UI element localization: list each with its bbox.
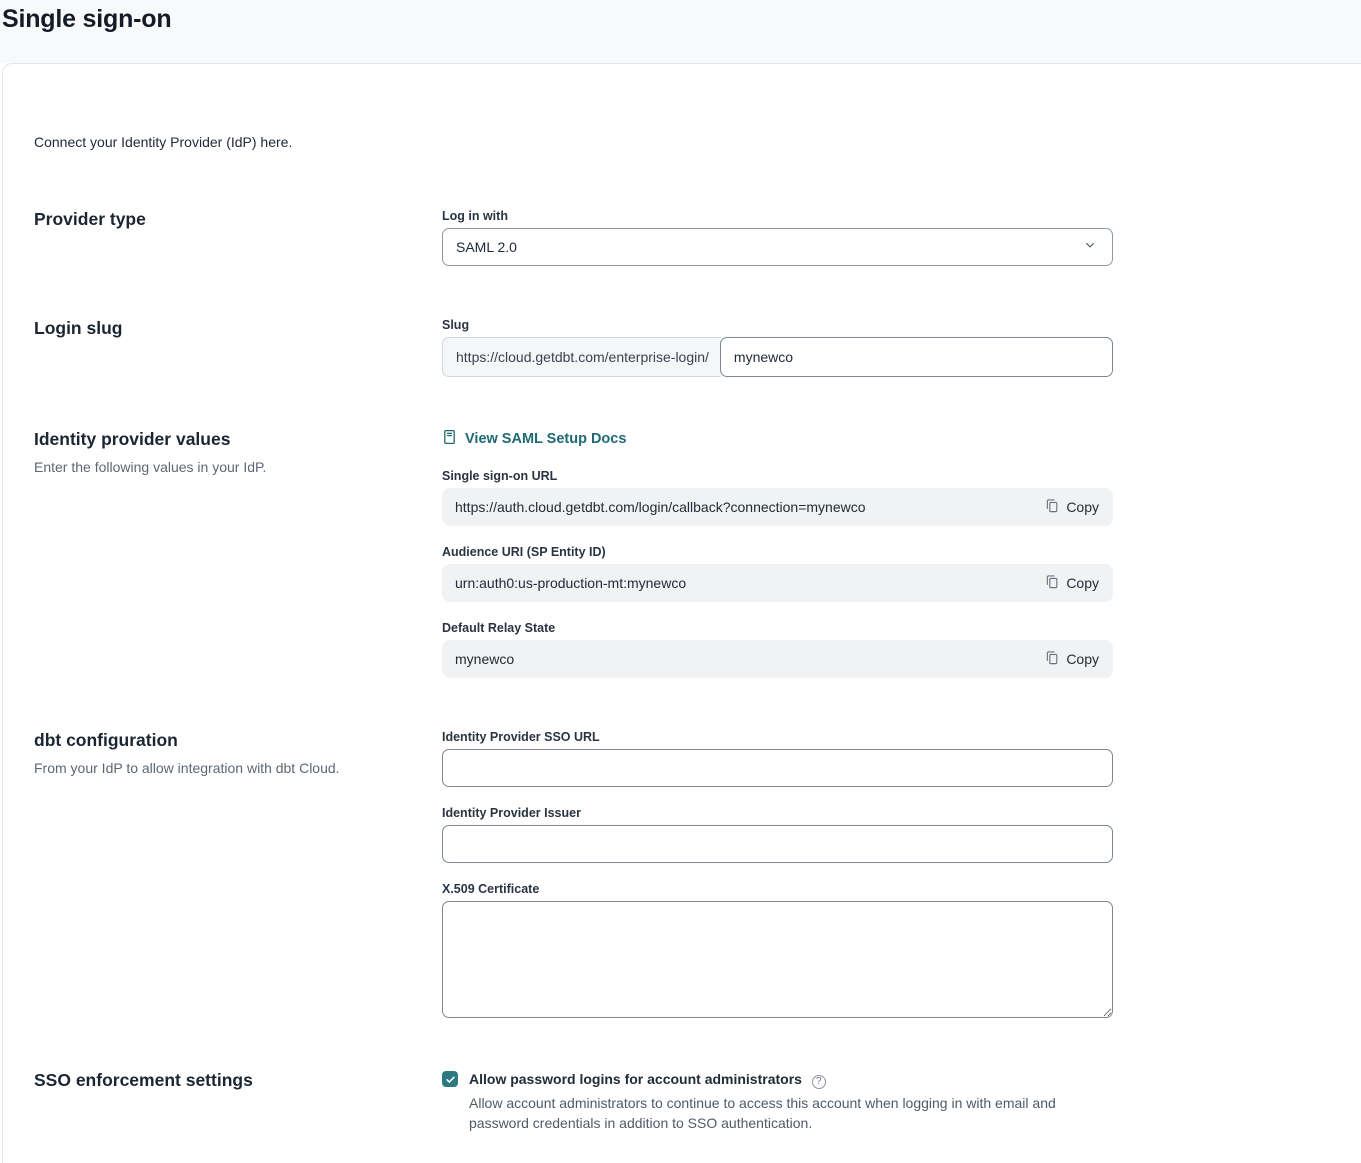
sso-enforcement-heading: SSO enforcement settings xyxy=(34,1070,442,1091)
relay-state-value: mynewco xyxy=(455,651,514,667)
relay-state-value-box: mynewco Copy xyxy=(442,640,1113,678)
copy-icon xyxy=(1045,498,1059,516)
dbt-config-heading: dbt configuration xyxy=(34,730,442,751)
login-with-select[interactable]: SAML 2.0 xyxy=(442,228,1113,266)
relay-state-label: Default Relay State xyxy=(442,621,1113,636)
page-header: Single sign-on xyxy=(0,0,1361,63)
section-sso-enforcement: SSO enforcement settings Allow password … xyxy=(34,1070,1361,1133)
slug-label: Slug xyxy=(442,318,1113,333)
section-dbt-configuration: dbt configuration From your IdP to allow… xyxy=(34,730,1361,1018)
provider-type-heading: Provider type xyxy=(34,209,442,230)
slug-url-prefix: https://cloud.getdbt.com/enterprise-logi… xyxy=(442,337,721,377)
intro-text: Connect your Identity Provider (IdP) her… xyxy=(34,134,1361,150)
idp-issuer-label: Identity Provider Issuer xyxy=(442,806,1113,821)
document-icon xyxy=(442,429,457,449)
audience-uri-value-box: urn:auth0:us-production-mt:mynewco Copy xyxy=(442,564,1113,602)
view-saml-docs-label: View SAML Setup Docs xyxy=(465,431,626,447)
x509-certificate-textarea[interactable] xyxy=(442,901,1113,1018)
help-icon[interactable]: ? xyxy=(812,1075,826,1089)
idp-values-heading: Identity provider values xyxy=(34,429,442,450)
section-provider-type: Provider type Log in with SAML 2.0 xyxy=(34,209,1361,266)
login-slug-heading: Login slug xyxy=(34,318,442,339)
slug-group: https://cloud.getdbt.com/enterprise-logi… xyxy=(442,337,1113,377)
audience-uri-value: urn:auth0:us-production-mt:mynewco xyxy=(455,575,686,591)
copy-relay-state-button[interactable]: Copy xyxy=(1045,650,1099,668)
allow-password-logins-description: Allow account administrators to continue… xyxy=(469,1093,1094,1133)
sso-url-value-box: https://auth.cloud.getdbt.com/login/call… xyxy=(442,488,1113,526)
copy-label: Copy xyxy=(1066,499,1099,515)
allow-password-logins-label: Allow password logins for account admini… xyxy=(469,1070,826,1089)
view-saml-docs-link[interactable]: View SAML Setup Docs xyxy=(442,429,626,449)
idp-values-subtitle: Enter the following values in your IdP. xyxy=(34,459,442,475)
allow-password-logins-row: Allow password logins for account admini… xyxy=(442,1070,1113,1089)
dbt-config-subtitle: From your IdP to allow integration with … xyxy=(34,760,442,776)
copy-sso-url-button[interactable]: Copy xyxy=(1045,498,1099,516)
idp-issuer-input[interactable] xyxy=(442,825,1113,863)
allow-password-logins-checkbox[interactable] xyxy=(442,1071,458,1087)
x509-certificate-label: X.509 Certificate xyxy=(442,882,1113,897)
login-with-label: Log in with xyxy=(442,209,1113,224)
idp-sso-url-label: Identity Provider SSO URL xyxy=(442,730,1113,745)
chevron-down-icon xyxy=(1084,238,1099,256)
copy-icon xyxy=(1045,574,1059,592)
sso-url-value: https://auth.cloud.getdbt.com/login/call… xyxy=(455,499,866,515)
copy-icon xyxy=(1045,650,1059,668)
sso-url-label: Single sign-on URL xyxy=(442,469,1113,484)
slug-input[interactable] xyxy=(720,337,1113,377)
content-card: Connect your Identity Provider (IdP) her… xyxy=(2,63,1361,1163)
page-title: Single sign-on xyxy=(2,4,1361,34)
idp-sso-url-input[interactable] xyxy=(442,749,1113,787)
login-with-selected-value: SAML 2.0 xyxy=(456,239,517,255)
copy-audience-uri-button[interactable]: Copy xyxy=(1045,574,1099,592)
copy-label: Copy xyxy=(1066,575,1099,591)
section-idp-values: Identity provider values Enter the follo… xyxy=(34,429,1361,678)
section-login-slug: Login slug Slug https://cloud.getdbt.com… xyxy=(34,318,1361,377)
audience-uri-label: Audience URI (SP Entity ID) xyxy=(442,545,1113,560)
copy-label: Copy xyxy=(1066,651,1099,667)
